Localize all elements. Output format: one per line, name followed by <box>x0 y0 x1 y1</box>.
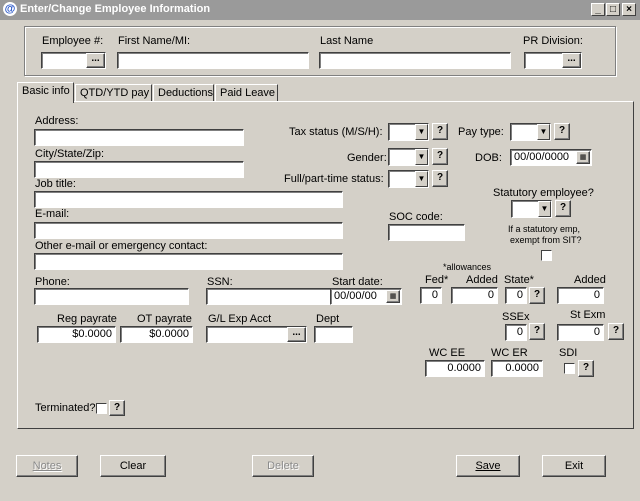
terminated-label: Terminated? <box>35 402 96 414</box>
tax-status-label: Tax status (M/S/H): <box>289 126 383 138</box>
minimize-icon[interactable]: _ <box>591 3 605 16</box>
last-name-label: Last Name <box>320 35 374 47</box>
email-field[interactable] <box>34 222 343 239</box>
job-title-field[interactable] <box>34 191 343 208</box>
sdi-checkbox[interactable] <box>564 363 575 374</box>
gl-exp-acct-label: G/L Exp Acct <box>208 313 272 325</box>
gender-help-button[interactable]: ? <box>432 148 448 165</box>
address-label: Address: <box>35 115 79 127</box>
statutory-dropdown-icon[interactable]: ▼ <box>538 201 551 217</box>
gender-dropdown-icon[interactable]: ▼ <box>415 149 428 165</box>
start-date-label: Start date: <box>332 276 383 288</box>
employee-no-label: Employee #: <box>42 35 104 47</box>
address-field[interactable] <box>34 129 244 146</box>
full-part-time-label: Full/part-time status: <box>284 173 384 185</box>
gl-lookup-button[interactable]: ... <box>287 327 306 342</box>
fed-allowances-field[interactable]: 0 <box>420 287 442 304</box>
sdi-label: SDI <box>559 347 578 359</box>
wc-ee-label: WC EE <box>429 347 466 359</box>
first-name-label: First Name/MI: <box>118 35 191 47</box>
exit-button[interactable]: Exit <box>542 455 606 477</box>
reg-payrate-field[interactable]: $0.0000 <box>37 326 116 343</box>
state-help-button[interactable]: ? <box>529 287 545 304</box>
ssex-field[interactable]: 0 <box>505 324 527 341</box>
ot-payrate-label: OT payrate <box>137 313 192 325</box>
allowances-label: *allowances <box>443 262 492 272</box>
wc-er-field[interactable]: 0.0000 <box>491 360 543 377</box>
full-part-time-dropdown-icon[interactable]: ▼ <box>415 171 428 187</box>
reg-payrate-label: Reg payrate <box>57 313 117 325</box>
clear-button[interactable]: Clear <box>100 455 166 477</box>
city-state-zip-label: City/State/Zip: <box>35 148 105 160</box>
ssn-field[interactable] <box>206 288 342 305</box>
pr-division-label: PR Division: <box>523 35 583 47</box>
state-allowances-field[interactable]: 0 <box>505 287 527 304</box>
ssex-label: SSEx <box>502 311 530 323</box>
pay-type-dropdown-icon[interactable]: ▼ <box>537 124 550 140</box>
email-label: E-mail: <box>35 208 70 220</box>
save-button[interactable]: Save <box>456 455 520 477</box>
delete-button[interactable]: Delete <box>252 455 314 477</box>
dob-calendar-icon[interactable]: ▦ <box>576 151 590 164</box>
pay-type-help-button[interactable]: ? <box>554 123 570 140</box>
state-label: State* <box>504 274 534 286</box>
other-contact-label: Other e-mail or emergency contact: <box>35 240 208 252</box>
notes-button[interactable]: Notes <box>16 455 78 477</box>
maximize-icon[interactable]: □ <box>606 3 620 16</box>
tab-deductions[interactable]: Deductions <box>153 84 214 102</box>
ot-payrate-field[interactable]: $0.0000 <box>120 326 193 343</box>
pay-type-label: Pay type: <box>458 126 504 138</box>
tax-status-help-button[interactable]: ? <box>432 123 448 140</box>
sdi-help-button[interactable]: ? <box>578 360 594 377</box>
calendar-icon[interactable]: ▦ <box>386 290 400 303</box>
ssex-help-button[interactable]: ? <box>529 323 545 340</box>
fed-added-field[interactable]: 0 <box>451 287 498 304</box>
soc-code-label: SOC code: <box>389 211 443 223</box>
ssn-label: SSN: <box>207 276 233 288</box>
st-exm-label: St Exm <box>570 309 606 321</box>
app-icon: @ <box>3 2 17 16</box>
terminated-checkbox[interactable] <box>96 403 107 414</box>
employee-lookup-button[interactable]: ... <box>86 53 105 68</box>
dept-label: Dept <box>316 313 340 325</box>
fed-label: Fed* <box>425 274 449 286</box>
wc-er-label: WC ER <box>491 347 528 359</box>
st-exm-field[interactable]: 0 <box>557 324 604 341</box>
pr-division-lookup-button[interactable]: ... <box>562 53 581 68</box>
phone-field[interactable] <box>34 288 189 305</box>
full-part-time-help-button[interactable]: ? <box>432 170 448 187</box>
state-added-label: Added <box>574 274 606 286</box>
title-bar: @ Enter/Change Employee Information _ □ … <box>0 0 640 20</box>
soc-code-field[interactable] <box>388 224 465 241</box>
sit-note-line-2: exempt from SIT? <box>510 235 582 245</box>
tab-paid-leave[interactable]: Paid Leave <box>215 84 278 102</box>
employee-window: @ Enter/Change Employee Information _ □ … <box>0 0 640 501</box>
phone-label: Phone: <box>35 276 70 288</box>
window-title: Enter/Change Employee Information <box>20 3 211 15</box>
dob-label: DOB: <box>475 152 502 164</box>
other-contact-field[interactable] <box>34 253 343 270</box>
state-added-field[interactable]: 0 <box>557 287 604 304</box>
statutory-employee-label: Statutory employee? <box>493 187 594 199</box>
dept-field[interactable] <box>314 326 353 343</box>
terminated-help-button[interactable]: ? <box>109 400 125 416</box>
tab-basic-info[interactable]: Basic info <box>17 82 74 103</box>
wc-ee-field[interactable]: 0.0000 <box>425 360 485 377</box>
tax-status-dropdown-icon[interactable]: ▼ <box>415 124 428 140</box>
fed-added-label: Added <box>466 274 498 286</box>
last-name-field[interactable] <box>319 52 511 69</box>
exempt-sit-checkbox[interactable] <box>541 250 552 261</box>
gender-label: Gender: <box>347 152 387 164</box>
sit-note-line-1: If a statutory emp, <box>508 224 581 234</box>
st-exm-help-button[interactable]: ? <box>608 323 624 340</box>
tab-qtd-ytd-pay[interactable]: QTD/YTD pay <box>75 84 152 102</box>
close-icon[interactable]: × <box>622 3 636 16</box>
job-title-label: Job title: <box>35 178 76 190</box>
statutory-help-button[interactable]: ? <box>555 200 571 217</box>
first-name-field[interactable] <box>117 52 309 69</box>
city-state-zip-field[interactable] <box>34 161 244 178</box>
